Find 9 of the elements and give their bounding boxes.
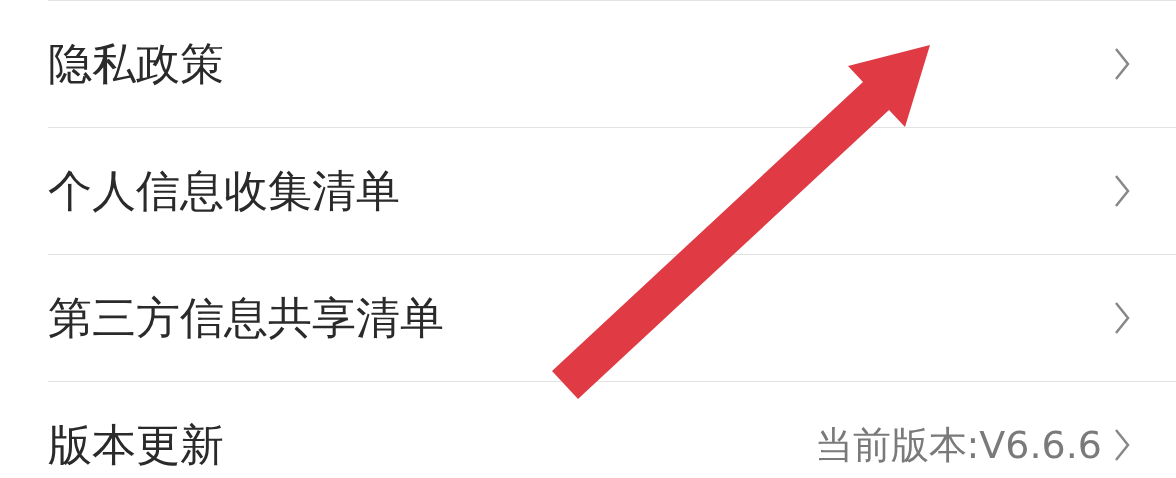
row-title: 个人信息收集清单 bbox=[48, 163, 401, 218]
chevron-right-icon bbox=[1114, 301, 1130, 335]
chevron-right-icon bbox=[1114, 428, 1130, 462]
chevron-right-icon bbox=[1114, 174, 1130, 208]
row-title: 隐私政策 bbox=[48, 36, 225, 91]
row-title: 第三方信息共享清单 bbox=[48, 290, 445, 345]
row-value: 当前版本:V6.6.6 bbox=[814, 421, 1102, 469]
row-title: 版本更新 bbox=[48, 417, 225, 472]
chevron-right-icon bbox=[1114, 47, 1130, 81]
